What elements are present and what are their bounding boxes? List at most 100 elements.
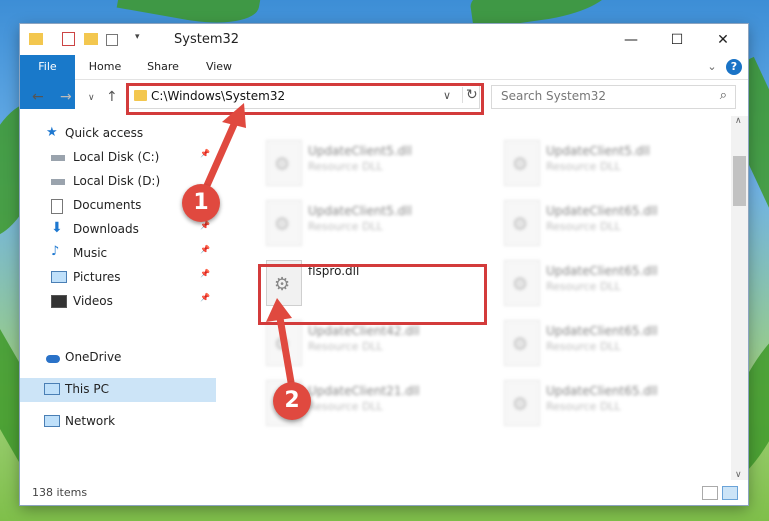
sidebar-item-onedrive[interactable]: OneDrive — [20, 346, 216, 370]
file-name: UpdateClient5.dll — [308, 144, 412, 158]
file-highlight-box — [258, 264, 487, 325]
search-icon: ⌕ — [719, 88, 727, 103]
pin-icon[interactable]: 📌 — [200, 269, 210, 278]
gear-icon: ⚙ — [274, 214, 291, 235]
forward-button[interactable]: → — [60, 89, 72, 105]
gear-icon: ⚙ — [512, 214, 529, 235]
file-item[interactable]: ⚙ UpdateClient65.dll Resource DLL — [496, 256, 716, 310]
sidebar-item-label: Quick access — [65, 126, 144, 140]
minimize-button[interactable]: — — [608, 24, 654, 55]
file-type: Resource DLL — [546, 160, 621, 173]
search-placeholder: Search System32 — [501, 89, 607, 103]
details-view-icon[interactable] — [702, 486, 718, 500]
close-button[interactable]: ✕ — [700, 24, 746, 55]
sidebar-item-label: Downloads — [73, 222, 139, 236]
up-button[interactable]: ↑ — [106, 89, 118, 105]
file-type: Resource DLL — [308, 220, 383, 233]
sidebar-item-network[interactable]: Network — [20, 410, 216, 434]
file-item[interactable]: ⚙ UpdateClient5.dll Resource DLL — [496, 136, 716, 190]
window-title: System32 — [174, 32, 240, 47]
pin-icon[interactable]: 📌 — [200, 221, 210, 230]
help-icon[interactable]: ? — [726, 59, 742, 75]
file-type: Resource DLL — [308, 160, 383, 173]
sidebar-item-pictures[interactable]: Pictures 📌 — [20, 266, 216, 290]
file-type: Resource DLL — [546, 340, 621, 353]
star-icon: ★ — [46, 125, 58, 140]
pictures-icon — [51, 271, 67, 283]
tab-view[interactable]: View — [196, 55, 242, 79]
network-icon — [44, 415, 60, 427]
large-icons-view-icon[interactable] — [722, 486, 738, 500]
file-type: Resource DLL — [308, 400, 383, 413]
back-button[interactable]: ← — [32, 89, 44, 105]
search-input[interactable]: Search System32 ⌕ — [491, 85, 736, 109]
gear-icon: ⚙ — [274, 154, 291, 175]
scroll-up-icon[interactable]: ∧ — [735, 116, 742, 126]
sidebar-item-label: OneDrive — [65, 350, 122, 364]
gear-icon: ⚙ — [512, 274, 529, 295]
file-name: UpdateClient65.dll — [546, 324, 658, 338]
sidebar-item-quick-access[interactable]: ★ Quick access — [20, 122, 216, 146]
file-item[interactable]: ⚙ UpdateClient65.dll Resource DLL — [496, 196, 716, 250]
scroll-down-icon[interactable]: ∨ — [735, 470, 742, 480]
item-count: 138 items — [32, 486, 88, 499]
file-name: UpdateClient5.dll — [546, 144, 650, 158]
address-highlight-box — [126, 83, 484, 115]
pin-icon[interactable]: 📌 — [200, 245, 210, 254]
file-name: UpdateClient42.dll — [308, 324, 420, 338]
sidebar-item-downloads[interactable]: ⬇ Downloads 📌 — [20, 218, 216, 242]
explorer-window: ▾ System32 — ☐ ✕ File Home Share View ⌄ … — [20, 24, 748, 505]
sidebar-item-videos[interactable]: Videos 📌 — [20, 290, 216, 314]
step-marker-2: 2 — [273, 382, 311, 420]
drive-icon — [51, 179, 65, 185]
sidebar-item-this-pc[interactable]: This PC — [20, 378, 216, 402]
cloud-icon — [46, 355, 60, 363]
file-item[interactable]: ⚙ UpdateClient5.dll Resource DLL — [258, 196, 478, 250]
gear-icon: ⚙ — [512, 334, 529, 355]
scrollbar-thumb[interactable] — [733, 156, 746, 206]
file-type: Resource DLL — [546, 220, 621, 233]
videos-icon — [51, 295, 67, 308]
drive-icon — [51, 155, 65, 161]
ribbon: File Home Share View ⌄ ? — [20, 55, 748, 109]
step-marker-1: 1 — [182, 184, 220, 222]
file-type: Resource DLL — [546, 400, 621, 413]
sidebar-item-label: Videos — [73, 294, 113, 308]
file-type: Resource DLL — [308, 340, 383, 353]
sidebar-item-music[interactable]: ♪ Music 📌 — [20, 242, 216, 266]
title-bar: ▾ System32 — ☐ ✕ — [20, 24, 748, 55]
pin-icon[interactable]: 📌 — [200, 293, 210, 302]
sidebar-item-label: Music — [73, 246, 108, 260]
pin-icon[interactable]: 📌 — [200, 149, 210, 158]
folder-icon[interactable] — [29, 33, 43, 45]
customize-toolbar-icon[interactable] — [106, 34, 118, 46]
vertical-scrollbar[interactable]: ∧ ∨ — [731, 116, 748, 480]
file-item[interactable]: ⚙ UpdateClient5.dll Resource DLL — [258, 136, 478, 190]
status-bar: 138 items — [20, 482, 748, 505]
file-name: UpdateClient65.dll — [546, 384, 658, 398]
sidebar-item-label: Local Disk (D:) — [73, 174, 161, 188]
properties-icon[interactable] — [62, 32, 75, 46]
computer-icon — [44, 383, 60, 395]
file-name: UpdateClient21.dll — [308, 384, 420, 398]
tab-share[interactable]: Share — [140, 55, 186, 79]
recent-locations-button[interactable]: ∨ — [88, 93, 95, 103]
gear-icon: ⚙ — [512, 394, 529, 415]
sidebar-item-label: This PC — [65, 382, 109, 396]
expand-ribbon-icon[interactable]: ⌄ — [702, 55, 722, 79]
new-folder-icon[interactable] — [84, 33, 98, 45]
sidebar-item-label: Documents — [73, 198, 142, 212]
sidebar-item-local-disk-c[interactable]: Local Disk (C:) 📌 — [20, 146, 216, 170]
maximize-button[interactable]: ☐ — [654, 24, 700, 55]
file-item[interactable]: ⚙ UpdateClient65.dll Resource DLL — [496, 316, 716, 370]
sidebar-item-label: Local Disk (C:) — [73, 150, 160, 164]
downloads-icon: ⬇ — [51, 220, 63, 236]
documents-icon — [51, 199, 63, 214]
navigation-pane: ★ Quick access OneDrive This PC Network … — [20, 116, 216, 486]
chevron-down-icon[interactable]: ▾ — [135, 32, 149, 46]
tab-home[interactable]: Home — [82, 55, 128, 79]
gear-icon: ⚙ — [274, 334, 291, 355]
file-name: UpdateClient5.dll — [308, 204, 412, 218]
file-type: Resource DLL — [546, 280, 621, 293]
file-item[interactable]: ⚙ UpdateClient65.dll Resource DLL — [496, 376, 716, 430]
